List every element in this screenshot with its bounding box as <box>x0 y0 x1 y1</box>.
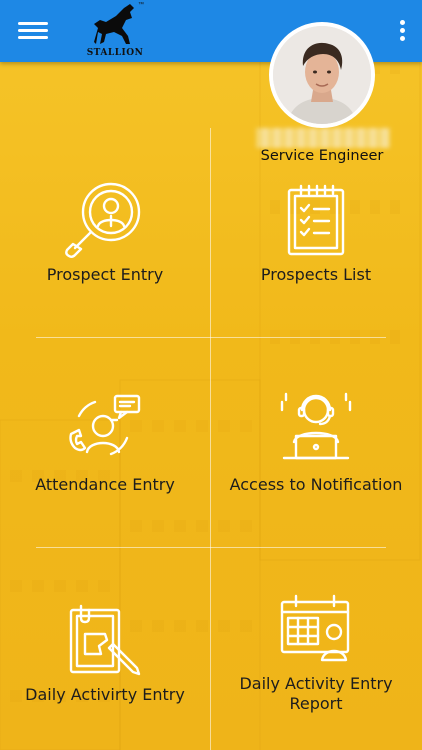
menu-tile-attendance-entry[interactable]: Attendance Entry <box>0 338 210 547</box>
menu-tile-prospect-entry[interactable]: Prospect Entry <box>0 128 210 337</box>
call-support-icon <box>69 394 141 456</box>
stallion-logo: ™ STALLION <box>84 2 150 60</box>
menu-label-daily-activity-entry-report: Daily Activity Entry Report <box>239 674 393 713</box>
menu-label-attendance-entry: Attendance Entry <box>35 475 175 494</box>
logo-text: STALLION <box>86 48 144 58</box>
person-photo <box>273 26 371 124</box>
menu-tile-access-to-notification[interactable]: Access to Notification <box>211 338 421 547</box>
search-user-icon <box>65 182 141 258</box>
document-edit-icon <box>69 604 141 676</box>
menu-label-prospects-list: Prospects List <box>260 265 372 284</box>
more-options-icon[interactable] <box>398 20 406 44</box>
menu-tile-prospects-list[interactable]: Prospects List <box>211 128 421 337</box>
menu-label-daily-activity-entry: Daily Activirty Entry <box>25 685 185 704</box>
menu-label-access-to-notification: Access to Notification <box>229 475 403 494</box>
headset-laptop-icon <box>280 392 352 460</box>
horse-icon <box>94 4 134 44</box>
menu-tile-daily-activity-entry[interactable]: Daily Activirty Entry <box>0 548 210 750</box>
menu-label-prospect-entry: Prospect Entry <box>46 265 164 284</box>
menu-tile-daily-activity-entry-report[interactable]: Daily Activity Entry Report <box>211 548 421 750</box>
hamburger-menu-icon[interactable] <box>18 18 48 46</box>
calendar-user-icon <box>280 594 350 662</box>
clipboard-list-icon <box>287 184 345 256</box>
profile-avatar[interactable] <box>269 22 375 128</box>
trademark-symbol: ™ <box>138 2 144 8</box>
